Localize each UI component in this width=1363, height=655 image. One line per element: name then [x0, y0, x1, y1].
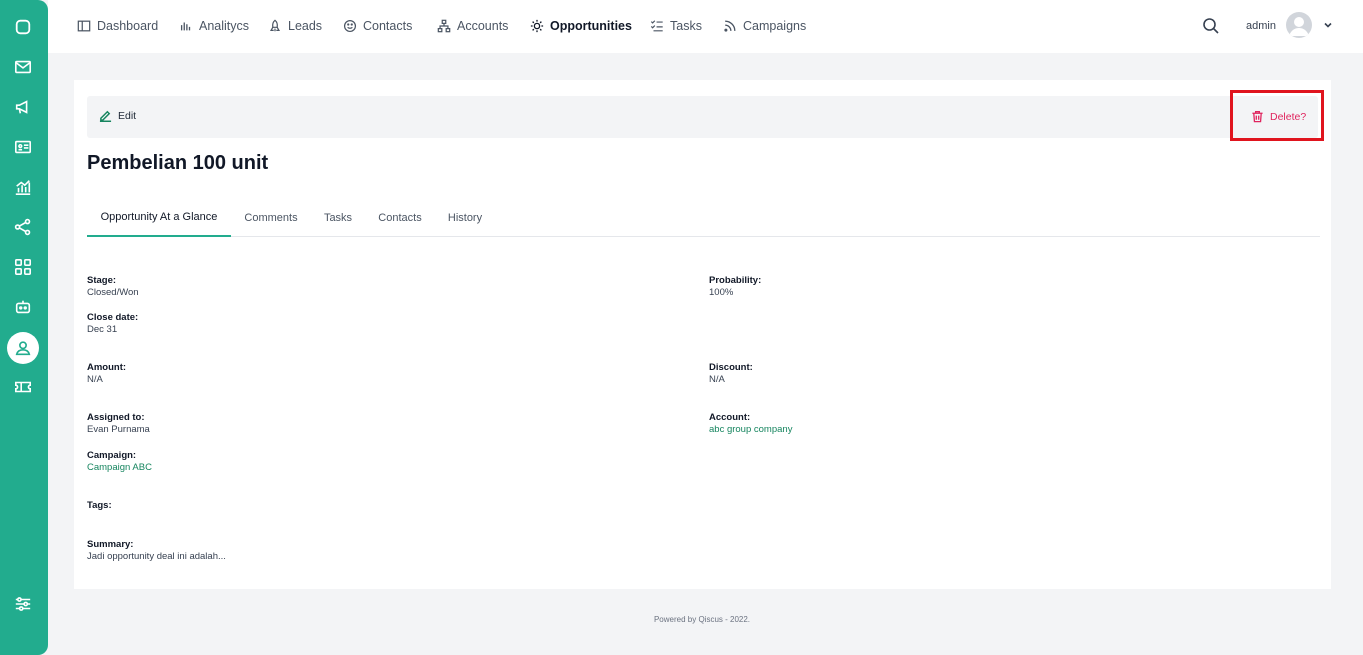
- tab-opportunity-at-a-glance[interactable]: Opportunity At a Glance: [87, 198, 231, 237]
- nav-opportunities[interactable]: Opportunities: [530, 17, 632, 35]
- edit-label: Edit: [118, 109, 137, 122]
- action-toolbar: Edit: [87, 96, 1318, 138]
- tab-contacts[interactable]: Contacts: [371, 198, 429, 237]
- nav-label: Leads: [288, 19, 323, 33]
- tab-comments[interactable]: Comments: [237, 198, 305, 237]
- search-icon[interactable]: [1202, 17, 1220, 35]
- nav-dashboard[interactable]: Dashboard: [77, 17, 158, 35]
- field-label: Amount:: [87, 362, 127, 373]
- sun-icon: [530, 19, 544, 33]
- field-label: Stage:: [87, 275, 117, 286]
- field-value: N/A: [87, 374, 103, 385]
- bar-chart-icon: [180, 22, 191, 31]
- ticket-icon[interactable]: [8, 372, 38, 402]
- field-label: Summary:: [87, 539, 134, 550]
- field-label: Account:: [709, 412, 751, 423]
- megaphone-icon[interactable]: [8, 92, 38, 122]
- id-card-icon[interactable]: [8, 132, 38, 162]
- field-probability: Probability: 100%: [709, 275, 761, 299]
- nav-label: Tasks: [670, 19, 702, 33]
- sidebar: [0, 0, 48, 655]
- campaign-link[interactable]: Campaign ABC: [87, 462, 152, 474]
- trash-icon: [1252, 111, 1263, 123]
- account-link[interactable]: abc group company: [709, 424, 792, 436]
- rss-icon: [724, 20, 736, 32]
- field-tags: Tags:: [87, 500, 112, 512]
- opportunity-card: Edit Delete? Pembelian 100 unit Opportun…: [74, 80, 1331, 589]
- nav-accounts[interactable]: Accounts: [437, 17, 508, 35]
- nav-label: Dashboard: [97, 19, 159, 33]
- field-summary: Summary: Jadi opportunity deal ini adala…: [87, 539, 226, 563]
- grid-icon[interactable]: [8, 252, 38, 282]
- field-label: Close date:: [87, 312, 139, 323]
- footer-text: Powered by Qiscus - 2022.: [653, 615, 751, 624]
- nav-analytics[interactable]: Analitycs: [179, 17, 249, 35]
- user-icon[interactable]: [7, 332, 39, 364]
- smiley-icon: [343, 19, 357, 33]
- top-navigation: Dashboard Analitycs Leads Contacts Accou…: [48, 0, 1363, 53]
- page-title: Pembelian 100 unit: [87, 152, 269, 174]
- edit-button[interactable]: Edit: [99, 109, 136, 122]
- avatar[interactable]: [1286, 12, 1312, 38]
- tab-history[interactable]: History: [439, 198, 491, 237]
- field-label: Discount:: [709, 362, 753, 373]
- nav-campaigns[interactable]: Campaigns: [723, 17, 806, 35]
- nav-leads[interactable]: Leads: [268, 17, 322, 35]
- field-value: Closed/Won: [87, 287, 139, 298]
- field-value: 100%: [709, 287, 734, 298]
- field-value: N/A: [709, 374, 725, 385]
- nav-tasks[interactable]: Tasks: [650, 17, 702, 35]
- field-value: Evan Purnama: [87, 424, 150, 435]
- user-name[interactable]: admin: [1246, 20, 1276, 32]
- field-label: Probability:: [709, 275, 762, 286]
- field-value: Dec 31: [87, 324, 118, 335]
- chevron-down-icon[interactable]: [1322, 19, 1334, 31]
- nav-contacts[interactable]: Contacts: [343, 17, 412, 35]
- pencil-icon: [99, 110, 112, 122]
- nav-label: Contacts: [363, 19, 413, 33]
- field-campaign: Campaign: Campaign ABC: [87, 450, 152, 474]
- nav-label: Accounts: [457, 19, 509, 33]
- checklist-icon: [650, 20, 663, 32]
- tab-tasks[interactable]: Tasks: [315, 198, 361, 237]
- field-amount: Amount: N/A: [87, 362, 126, 386]
- bot-icon[interactable]: [8, 292, 38, 322]
- nav-label: Analitycs: [199, 19, 250, 33]
- delete-highlight-box: Delete?: [1230, 90, 1324, 141]
- chat-icon[interactable]: [8, 12, 38, 42]
- delete-label: Delete?: [1270, 110, 1307, 123]
- field-stage: Stage: Closed/Won: [87, 275, 139, 299]
- hierarchy-icon: [437, 19, 451, 33]
- nav-label: Opportunities: [550, 19, 632, 33]
- field-value: Jadi opportunity deal ini adalah...: [87, 551, 226, 562]
- field-label: Tags:: [87, 500, 112, 511]
- chart-icon[interactable]: [8, 172, 38, 202]
- rocket-icon: [270, 19, 280, 32]
- field-close-date: Close date: Dec 31: [87, 312, 138, 336]
- share-icon[interactable]: [8, 212, 38, 242]
- mail-icon[interactable]: [8, 52, 38, 82]
- field-label: Assigned to:: [87, 412, 145, 423]
- field-assigned-to: Assigned to: Evan Purnama: [87, 412, 150, 436]
- delete-button[interactable]: Delete?: [1251, 110, 1306, 123]
- field-account: Account: abc group company: [709, 412, 792, 436]
- dashboard-icon: [77, 20, 91, 32]
- tab-bar: Opportunity At a Glance Comments Tasks C…: [87, 198, 1320, 237]
- nav-label: Campaigns: [743, 19, 807, 33]
- field-discount: Discount: N/A: [709, 362, 753, 386]
- field-label: Campaign:: [87, 450, 137, 461]
